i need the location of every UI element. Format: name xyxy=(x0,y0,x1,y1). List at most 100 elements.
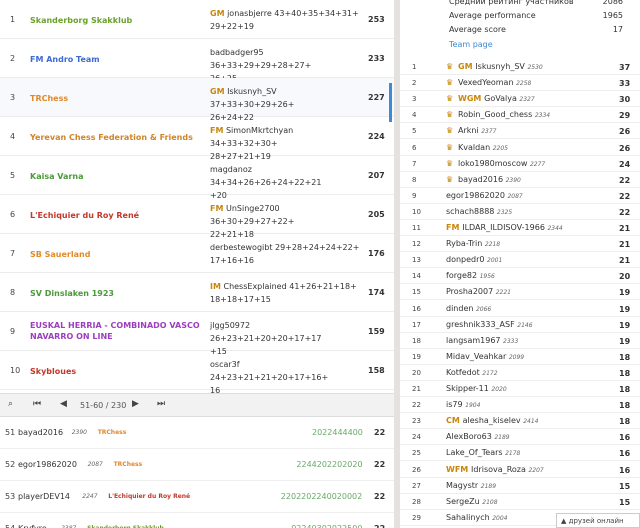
team-name[interactable]: SV Dinslaken 1923 xyxy=(30,288,200,299)
team-player-row[interactable]: 13 donpedr0 2001 21 xyxy=(400,252,640,269)
team-player-name[interactable]: GM Iskusnyh_SV 2530 xyxy=(458,62,543,71)
team-player-row[interactable]: 28 SergeZu 2108 15 xyxy=(400,494,640,510)
team-player-name[interactable]: schach8888 2325 xyxy=(446,207,512,216)
team-player-row[interactable]: 19 Midav_Veahkar 2099 18 xyxy=(400,349,640,365)
team-player-row[interactable]: 9 egor19862020 2087 22 xyxy=(400,188,640,204)
team-player-row[interactable]: 22 is79 1904 18 xyxy=(400,397,640,414)
team-player-name[interactable]: Arkni 2377 xyxy=(458,126,497,135)
team-player-row[interactable]: 12 Ryba-Trin 2218 21 xyxy=(400,236,640,253)
team-player-row[interactable]: 18 langsam1967 2333 19 xyxy=(400,333,640,349)
team-name[interactable]: SB Sauerland xyxy=(30,249,200,260)
player-result-row[interactable]: 51 bayad2016 2390 TRChess 2022444400 22 xyxy=(0,417,394,449)
team-name[interactable]: Skybloues xyxy=(30,366,200,377)
team-row[interactable]: 7 SB Sauerland derbestewogibt 29+28+24+24+… xyxy=(0,234,394,273)
team-player-row[interactable]: 15 Prosha2007 2221 19 xyxy=(400,284,640,301)
team-player-name[interactable]: CM alesha_kiselev 2414 xyxy=(446,416,538,425)
last-page-icon[interactable]: ⏭ xyxy=(157,399,165,409)
next-page-icon[interactable]: ▶ xyxy=(132,399,139,409)
first-page-icon[interactable]: ⏮ xyxy=(33,399,41,409)
team-player-name[interactable]: egor19862020 2087 xyxy=(446,191,523,200)
team-row[interactable]: 9 EUSKAL HERRIA - COMBINADO VASCO NAVARRO… xyxy=(0,312,394,356)
team-player-name[interactable]: WGM GoValya 2327 xyxy=(458,94,535,103)
team-row[interactable]: 1 Skanderborg Skakklub GM jonasbjerre 43+4… xyxy=(0,0,394,39)
team-player-row[interactable]: 10 schach8888 2325 22 xyxy=(400,204,640,220)
team-player-name[interactable]: SergeZu 2108 xyxy=(446,497,498,506)
team-player-row[interactable]: 27 Magystr 2189 15 xyxy=(400,478,640,494)
team-player-name[interactable]: forge82 1956 xyxy=(446,271,495,280)
team-player-name[interactable]: langsam1967 2333 xyxy=(446,336,518,345)
team-row[interactable]: 8 SV Dinslaken 1923 IM ChessExplained 41+2… xyxy=(0,273,394,312)
team-rank: 5 xyxy=(10,171,16,180)
team-player-name[interactable]: greshnik333_ASF 2146 xyxy=(446,320,533,329)
team-player-row[interactable]: 11 FM ILDAR_ILDISOV-1966 2344 21 xyxy=(400,220,640,236)
team-row[interactable]: 3 TRChess GM Iskusnyh_SV 37+33+30+29+26+ 26… xyxy=(0,78,394,122)
team-name[interactable]: Yerevan Chess Federation & Friends xyxy=(30,132,200,143)
player-name[interactable]: playerDEV14 xyxy=(18,492,70,501)
team-player-row[interactable]: 26 WFM Idrisova_Roza 2207 16 xyxy=(400,462,640,478)
team-row[interactable]: 5 Kaisa Varna magdanoz 34+34+26+26+24+22+2… xyxy=(0,156,394,200)
team-player-name[interactable]: Ryba-Trin 2218 xyxy=(446,239,500,248)
team-row[interactable]: 10 Skybloues oscar3f 24+23+21+21+20+17+16+… xyxy=(0,351,394,395)
player-result-row[interactable]: 53 playerDEV14 2247 L'Echiquier du Roy René… xyxy=(0,481,394,513)
team-player-row[interactable]: 23 CM alesha_kiselev 2414 18 xyxy=(400,413,640,430)
team-player-row[interactable]: 6 ♛ Kvaldan 2205 26 xyxy=(400,140,640,156)
team-player-rank: 14 xyxy=(412,272,421,281)
team-row[interactable]: 6 L'Echiquier du Roy René FM UnSinge2700 3… xyxy=(0,195,394,239)
team-player-name[interactable]: bayad2016 2390 xyxy=(458,175,521,184)
team-name[interactable]: Kaisa Varna xyxy=(30,171,200,182)
team-player-name[interactable]: VexedYeoman 2258 xyxy=(458,78,531,87)
team-player-name[interactable]: Magystr 2189 xyxy=(446,481,496,490)
team-player-row[interactable]: 20 Kotfedot 2172 18 xyxy=(400,365,640,381)
team-player-name[interactable]: dinden 2066 xyxy=(446,304,491,313)
player-team[interactable]: TRChess xyxy=(114,461,143,468)
team-name[interactable]: Skanderborg Skakklub xyxy=(30,15,200,26)
team-player-row[interactable]: 25 Lake_Of_Tears 2178 16 xyxy=(400,445,640,462)
team-player-row[interactable]: 1 ♛ GM Iskusnyh_SV 2530 37 xyxy=(400,59,640,75)
player-team[interactable]: TRChess xyxy=(98,429,127,436)
team-player-row[interactable]: 5 ♛ Arkni 2377 26 xyxy=(400,123,640,140)
team-row[interactable]: 2 FM Andro Team badbadger95 36+33+29+29+28… xyxy=(0,39,394,83)
team-player-row[interactable]: 8 ♛ bayad2016 2390 22 xyxy=(400,172,640,188)
team-player-row[interactable]: 4 ♛ Robin_Good_chess 2334 29 xyxy=(400,107,640,124)
team-page-link[interactable]: Team page xyxy=(449,40,493,49)
team-player-name[interactable]: Kotfedot 2172 xyxy=(446,368,498,377)
team-player-name[interactable]: loko1980moscow 2277 xyxy=(458,159,545,168)
player-name[interactable]: bayad2016 xyxy=(18,428,63,437)
team-rank: 2 xyxy=(10,54,16,63)
team-player-name[interactable]: Prosha2007 2221 xyxy=(446,287,511,296)
team-player-name[interactable]: Kvaldan 2205 xyxy=(458,143,508,152)
team-player-name[interactable]: Robin_Good_chess 2334 xyxy=(458,110,550,119)
player-result-row[interactable]: 52 egor19862020 2087 TRChess 2244202202020 22 xyxy=(0,449,394,481)
player-rating: 2205 xyxy=(492,144,508,152)
search-icon[interactable]: ⌕ xyxy=(8,399,13,409)
team-player-row[interactable]: 2 ♛ VexedYeoman 2258 33 xyxy=(400,75,640,92)
team-player-name[interactable]: is79 1904 xyxy=(446,400,480,409)
team-player-name[interactable]: Lake_Of_Tears 2178 xyxy=(446,448,520,457)
team-player-row[interactable]: 21 Skipper-11 2020 18 xyxy=(400,381,640,397)
team-player-name[interactable]: WFM Idrisova_Roza 2207 xyxy=(446,465,544,474)
team-name[interactable]: L'Echiquier du Roy René xyxy=(30,210,200,221)
team-player-row[interactable]: 16 dinden 2066 19 xyxy=(400,301,640,317)
team-player-name[interactable]: FM ILDAR_ILDISOV-1966 2344 xyxy=(446,223,563,232)
team-player-name[interactable]: donpedr0 2001 xyxy=(446,255,502,264)
player-name[interactable]: egor19862020 xyxy=(18,460,77,469)
team-player-row[interactable]: 7 ♛ loko1980moscow 2277 24 xyxy=(400,156,640,172)
team-name[interactable]: FM Andro Team xyxy=(30,54,200,65)
player-team[interactable]: L'Echiquier du Roy René xyxy=(108,493,190,500)
friends-online-button[interactable]: ▲ друзей онлайн xyxy=(556,513,640,528)
team-player-name[interactable]: Skipper-11 2020 xyxy=(446,384,507,393)
team-player-name[interactable]: Sahalinych 2004 xyxy=(446,513,508,522)
team-player-row[interactable]: 17 greshnik333_ASF 2146 19 xyxy=(400,317,640,333)
team-player-row[interactable]: 14 forge82 1956 20 xyxy=(400,268,640,285)
player-result-row[interactable]: 54Kryfyre2387Skanderborg Skakklub0224030… xyxy=(0,513,394,528)
team-player-name[interactable]: AlexBoro63 2189 xyxy=(446,432,510,441)
team-player-row[interactable]: 24 AlexBoro63 2189 16 xyxy=(400,429,640,446)
team-name[interactable]: EUSKAL HERRIA - COMBINADO VASCO NAVARRO … xyxy=(30,320,200,342)
team-name[interactable]: TRChess xyxy=(30,93,200,104)
team-player-row[interactable]: 3 ♛ WGM GoValya 2327 30 xyxy=(400,91,640,108)
team-player-name[interactable]: Midav_Veahkar 2099 xyxy=(446,352,524,361)
players-line: GM Iskusnyh_SV 37+33+30+29+26+ xyxy=(210,85,360,111)
player-name[interactable]: Kryfyre xyxy=(18,524,47,528)
team-row[interactable]: 4 Yerevan Chess Federation & Friends FM Si… xyxy=(0,117,394,161)
prev-page-icon[interactable]: ◀ xyxy=(60,399,67,409)
